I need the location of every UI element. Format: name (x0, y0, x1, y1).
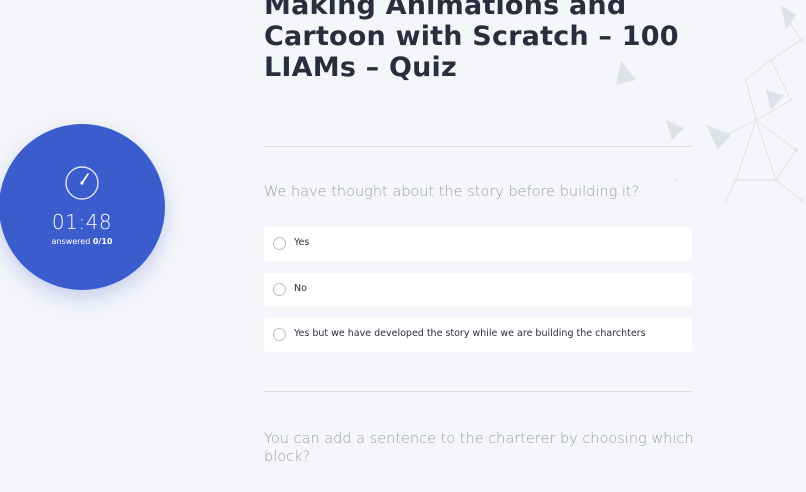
title-divider (264, 146, 692, 147)
answer-option-label: Yes but we have developed the story whil… (294, 328, 646, 339)
answered-total: /10 (98, 237, 113, 246)
answer-option-label: Yes (294, 237, 310, 248)
question-text: You can add a sentence to the charterer … (264, 431, 694, 465)
timer-widget (0, 124, 165, 290)
answer-option-label: No (294, 283, 307, 294)
radio-button[interactable] (273, 237, 286, 250)
stopwatch-icon (65, 166, 99, 200)
question-text: We have thought about the story before b… (264, 184, 640, 200)
quiz-title: Making Animations and Cartoon with Scrat… (264, 0, 679, 83)
radio-button[interactable] (273, 328, 286, 341)
radio-button[interactable] (273, 283, 286, 296)
answer-option[interactable]: Yes (264, 227, 692, 261)
answer-option[interactable]: No (264, 273, 692, 307)
answered-count: answered 0/10 (0, 237, 164, 246)
answer-option[interactable]: Yes but we have developed the story whil… (264, 318, 692, 352)
answered-label: answered (51, 237, 91, 246)
question-divider (264, 391, 692, 392)
timer-time: 01:48 (51, 210, 113, 234)
